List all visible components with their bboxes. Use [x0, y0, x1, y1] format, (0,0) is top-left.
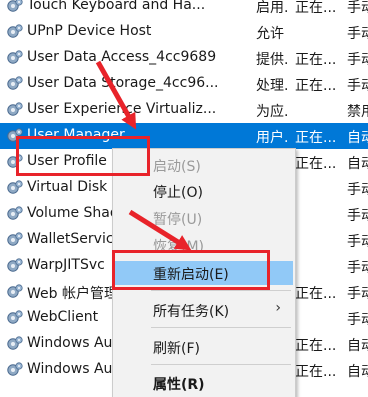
annotation-arrow-1	[95, 60, 137, 130]
services-screenshot: { "services": [ {"name": "Touch Keyboard…	[0, 0, 368, 397]
annotation-arrow-2	[128, 209, 192, 251]
annotation-arrows	[95, 60, 192, 251]
